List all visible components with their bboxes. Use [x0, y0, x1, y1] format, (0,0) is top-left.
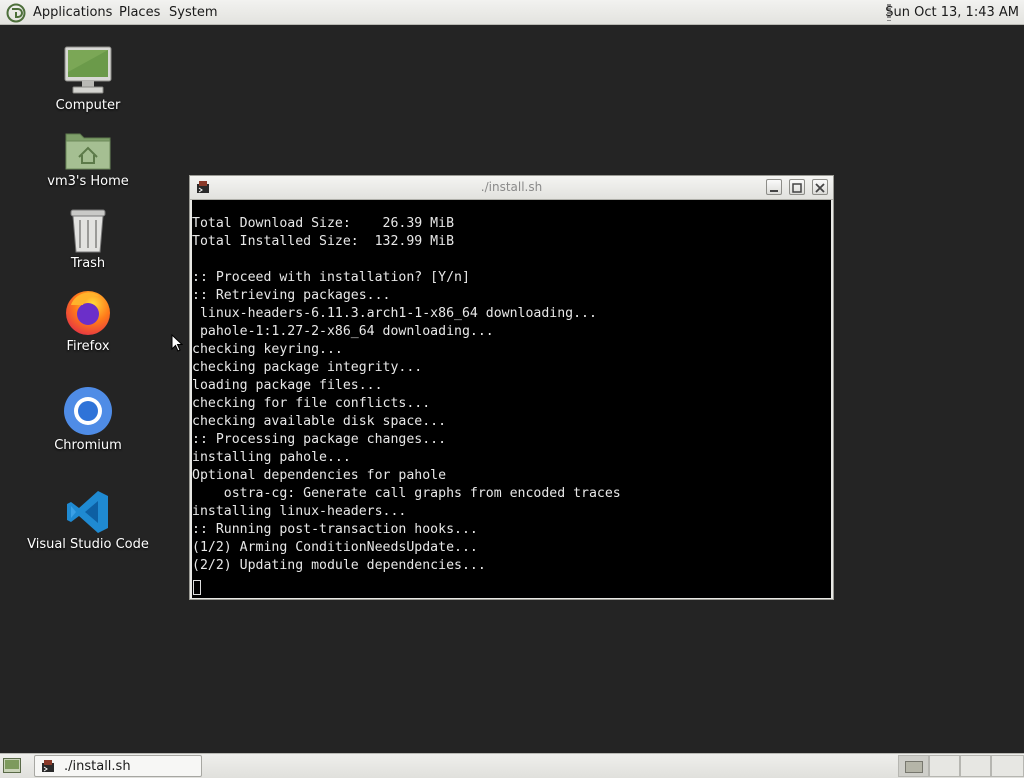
- firefox-icon: [66, 291, 110, 335]
- terminal-line: pahole-1:1.27-2-x86_64 downloading...: [192, 324, 494, 339]
- workspace-window-thumbnail: [905, 761, 923, 773]
- minimize-button[interactable]: [766, 179, 782, 195]
- workspace-2[interactable]: [929, 755, 960, 777]
- window-title: ./install.sh: [480, 180, 543, 194]
- bottom-panel: ./install.sh: [0, 753, 1024, 778]
- window-titlebar[interactable]: ./install.sh: [190, 176, 833, 200]
- close-button[interactable]: [812, 179, 828, 195]
- terminal-line: installing pahole...: [192, 450, 351, 465]
- terminal-line: ostra-cg: Generate call graphs from enco…: [192, 486, 621, 501]
- desktop-icon-label: Chromium: [54, 438, 122, 453]
- trash-icon: [70, 209, 106, 253]
- applications-menu[interactable]: Applications: [33, 5, 112, 20]
- terminal-window[interactable]: ./install.sh Total Download Size: 26.39 …: [189, 175, 834, 600]
- desktop-icon-label: Firefox: [66, 339, 110, 354]
- desktop-icon-label: vm3's Home: [47, 174, 129, 189]
- desktop-icon-chromium[interactable]: Chromium: [23, 386, 153, 453]
- mouse-pointer-icon: [171, 334, 183, 352]
- terminal-line: checking keyring...: [192, 342, 343, 357]
- terminal-line: :: Retrieving packages...: [192, 288, 391, 303]
- taskbar-item-install-sh[interactable]: ./install.sh: [34, 755, 202, 777]
- desktop-icon-trash[interactable]: Trash: [23, 208, 153, 271]
- terminal-line: (2/2) Updating module dependencies...: [192, 558, 486, 573]
- maximize-icon: [792, 183, 802, 193]
- workspace-4[interactable]: [991, 755, 1024, 777]
- desktop-icon-computer[interactable]: Computer: [23, 46, 153, 113]
- terminal-line: checking package integrity...: [192, 360, 423, 375]
- terminal-line: checking available disk space...: [192, 414, 447, 429]
- workspace-1[interactable]: [898, 755, 929, 777]
- desktop-icon-home[interactable]: vm3's Home: [23, 128, 153, 189]
- chromium-icon: [64, 387, 112, 435]
- vscode-icon: [67, 491, 108, 533]
- desktop-icon-label: Computer: [55, 98, 121, 113]
- terminal-line: :: Proceed with installation? [Y/n]: [192, 270, 470, 285]
- terminal-output[interactable]: Total Download Size: 26.39 MiB Total Ins…: [192, 200, 831, 598]
- system-menu[interactable]: System: [169, 5, 217, 20]
- home-folder-icon: [65, 133, 111, 170]
- clock[interactable]: Sun Oct 13, 1:43 AM: [885, 5, 1019, 20]
- terminal-line: loading package files...: [192, 378, 383, 393]
- minimize-icon: [770, 190, 778, 192]
- desktop-icon-vscode[interactable]: Visual Studio Code: [23, 489, 153, 552]
- terminal-line: linux-headers-6.11.3.arch1-1-x86_64 down…: [192, 306, 597, 321]
- terminal-line: :: Processing package changes...: [192, 432, 447, 447]
- terminal-icon: [42, 760, 54, 772]
- terminal-line: installing linux-headers...: [192, 504, 407, 519]
- taskbar-item-label: ./install.sh: [64, 759, 131, 774]
- top-panel: Applications Places System Sun Oct 13, 1…: [0, 0, 1024, 25]
- mate-logo-icon[interactable]: [6, 3, 26, 23]
- desktop-icon-label: Trash: [70, 256, 106, 271]
- places-menu[interactable]: Places: [119, 5, 160, 20]
- show-desktop-icon[interactable]: [3, 758, 21, 773]
- computer-icon: [64, 46, 112, 94]
- maximize-button[interactable]: [789, 179, 805, 195]
- terminal-cursor: [193, 580, 201, 595]
- terminal-line: Total Download Size: 26.39 MiB: [192, 216, 455, 231]
- terminal-line: checking for file conflicts...: [192, 396, 431, 411]
- terminal-line: Optional dependencies for pahole: [192, 468, 447, 483]
- terminal-line: Total Installed Size: 132.99 MiB: [192, 234, 455, 249]
- desktop-icon-firefox[interactable]: Firefox: [23, 287, 153, 354]
- terminal-line: :: Running post-transaction hooks...: [192, 522, 478, 537]
- desktop-icon-label: Visual Studio Code: [27, 537, 149, 552]
- workspace-3[interactable]: [960, 755, 991, 777]
- terminal-line: (1/2) Arming ConditionNeedsUpdate...: [192, 540, 478, 555]
- close-icon: [815, 183, 825, 193]
